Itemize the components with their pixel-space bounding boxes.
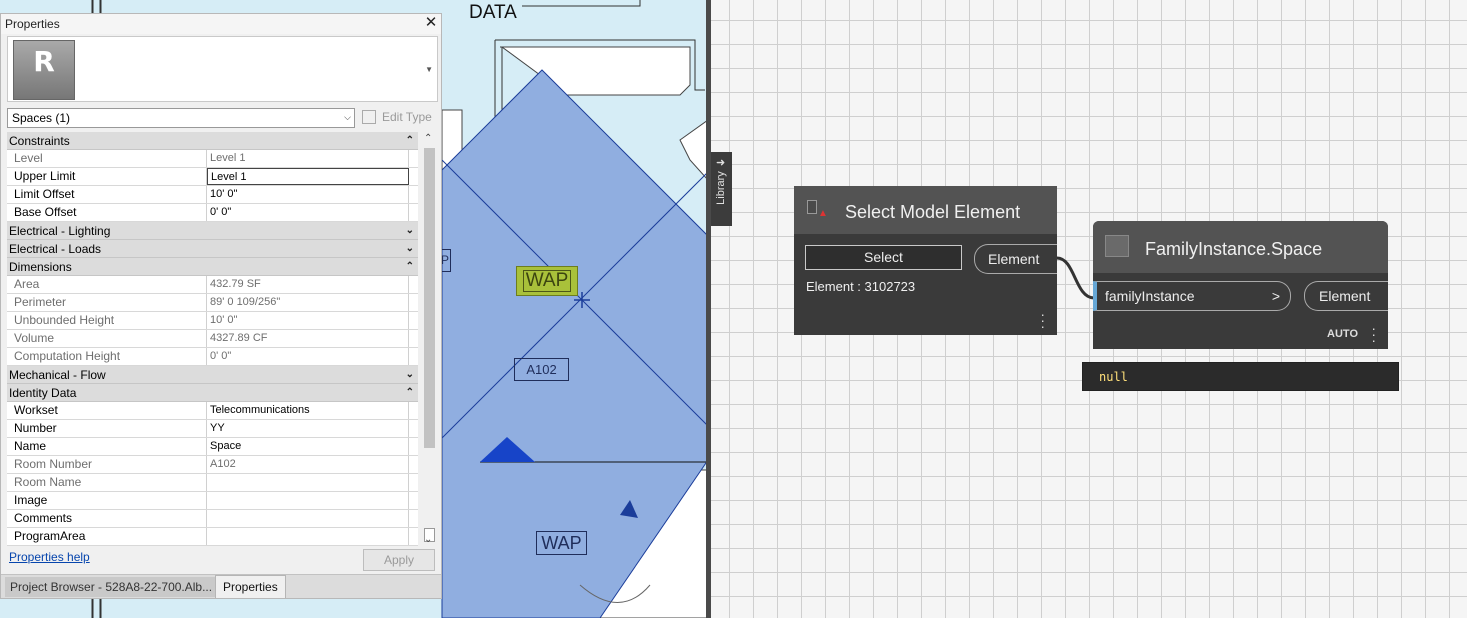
cursor-icon: ▲ xyxy=(818,208,828,219)
select-node-icon xyxy=(807,200,817,214)
familyinstance-space-node[interactable]: FamilyInstance.Space familyInstance > El… xyxy=(1093,221,1388,349)
node-preview-bubble[interactable]: null xyxy=(1082,362,1399,391)
lacing-label[interactable]: AUTO xyxy=(1327,328,1358,340)
node-header[interactable]: FamilyInstance.Space xyxy=(1093,221,1388,273)
more-options-icon[interactable]: · · · xyxy=(1040,307,1045,333)
select-button[interactable]: Select xyxy=(805,245,962,270)
node-title: Select Model Element xyxy=(845,202,1021,222)
preview-value: null xyxy=(1099,370,1128,384)
input-port-label: familyInstance xyxy=(1105,288,1195,304)
input-port-familyinstance[interactable]: familyInstance > xyxy=(1093,281,1291,311)
node-title: FamilyInstance.Space xyxy=(1145,239,1323,259)
node-header[interactable]: ▲ Select Model Element xyxy=(794,186,1057,234)
output-port-element[interactable]: Element xyxy=(974,244,1057,274)
more-options-icon[interactable]: · · · xyxy=(1371,321,1376,347)
function-node-icon xyxy=(1105,235,1129,257)
select-model-element-node[interactable]: ▲ Select Model Element Select Element El… xyxy=(794,186,1057,335)
port-arrow-icon: > xyxy=(1271,288,1280,304)
output-port-element[interactable]: Element xyxy=(1304,281,1388,311)
selected-element-status: Element : 3102723 xyxy=(806,279,916,294)
